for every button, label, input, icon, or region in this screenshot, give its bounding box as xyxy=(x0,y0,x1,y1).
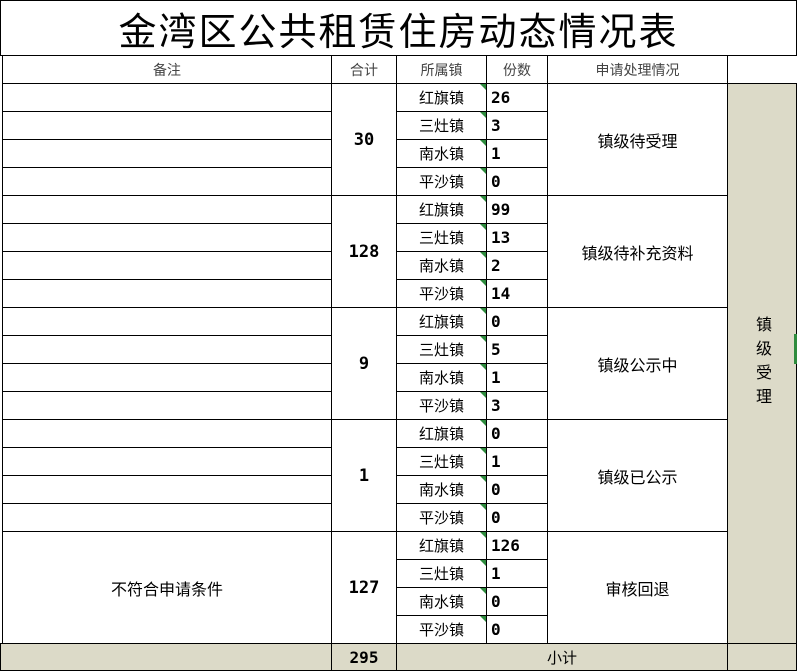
town-cell: 红旗镇 xyxy=(396,307,487,336)
footer-side-empty xyxy=(727,643,797,671)
town-cell: 三灶镇 xyxy=(396,111,487,140)
town-cell: 平沙镇 xyxy=(396,391,487,420)
header-status: 申请处理情况 xyxy=(547,55,728,84)
count-cell: 2 xyxy=(486,251,548,280)
group-total: 1 xyxy=(331,419,397,532)
group-remark-cell xyxy=(2,307,332,336)
count-cell: 0 xyxy=(486,587,548,616)
group-remark-cell xyxy=(2,475,332,504)
header-remarks: 备注 xyxy=(2,55,332,84)
section-label-text: 镇级受理 xyxy=(753,315,772,412)
count-cell: 5 xyxy=(486,335,548,364)
count-cell: 13 xyxy=(486,223,548,252)
group-remark-cell xyxy=(2,419,332,448)
count-cell: 1 xyxy=(486,559,548,588)
town-cell: 南水镇 xyxy=(396,139,487,168)
footer-total: 295 xyxy=(331,643,397,671)
table-title: 金湾区公共租赁住房动态情况表 xyxy=(0,0,797,56)
town-cell: 南水镇 xyxy=(396,587,487,616)
count-cell: 99 xyxy=(486,195,548,224)
group-remark-cell xyxy=(2,195,332,224)
count-cell: 14 xyxy=(486,279,548,308)
town-cell: 平沙镇 xyxy=(396,503,487,532)
town-cell: 平沙镇 xyxy=(396,279,487,308)
count-cell: 26 xyxy=(486,83,548,112)
count-cell: 0 xyxy=(486,167,548,196)
count-cell: 1 xyxy=(486,363,548,392)
group-status: 镇级公示中 xyxy=(547,307,728,420)
town-cell: 红旗镇 xyxy=(396,531,487,560)
footer-label: 小计 xyxy=(396,643,728,671)
group-total: 30 xyxy=(331,83,397,196)
count-cell: 0 xyxy=(486,615,548,644)
header-count: 份数 xyxy=(486,55,548,84)
group-total: 9 xyxy=(331,307,397,420)
count-cell: 3 xyxy=(486,111,548,140)
town-cell: 三灶镇 xyxy=(396,447,487,476)
town-cell: 平沙镇 xyxy=(396,615,487,644)
group-status: 审核回退 xyxy=(547,531,728,644)
group-remark-cell xyxy=(2,447,332,476)
mirrored-spreadsheet: 金湾区公共租赁住房动态情况表 备注 合计 所属镇 份数 申请处理情况 镇级受理 … xyxy=(0,0,797,671)
group-total: 128 xyxy=(331,195,397,308)
group-remark: 不符合申请条件 xyxy=(2,531,332,644)
group-total: 127 xyxy=(331,531,397,644)
count-cell: 1 xyxy=(486,447,548,476)
count-cell: 0 xyxy=(486,307,548,336)
count-cell: 0 xyxy=(486,503,548,532)
group-remark-cell xyxy=(2,139,332,168)
town-cell: 三灶镇 xyxy=(396,335,487,364)
group-remark-cell xyxy=(2,279,332,308)
town-cell: 红旗镇 xyxy=(396,195,487,224)
town-cell: 红旗镇 xyxy=(396,83,487,112)
town-cell: 南水镇 xyxy=(396,363,487,392)
group-remark-cell xyxy=(2,391,332,420)
group-remark-cell xyxy=(2,363,332,392)
town-cell: 平沙镇 xyxy=(396,167,487,196)
group-remark-cell xyxy=(2,503,332,532)
header-total: 合计 xyxy=(331,55,397,84)
group-remark-cell xyxy=(2,111,332,140)
town-cell: 南水镇 xyxy=(396,475,487,504)
section-label: 镇级受理 xyxy=(727,83,797,644)
group-remark-cell xyxy=(2,223,332,252)
town-cell: 红旗镇 xyxy=(396,419,487,448)
town-cell: 南水镇 xyxy=(396,251,487,280)
count-cell: 3 xyxy=(486,391,548,420)
town-cell: 三灶镇 xyxy=(396,559,487,588)
group-remark-cell xyxy=(2,167,332,196)
group-status: 镇级已公示 xyxy=(547,419,728,532)
footer-remarks-empty xyxy=(0,643,332,671)
group-remark-cell xyxy=(2,251,332,280)
group-remark-cell xyxy=(2,83,332,112)
group-remark-cell xyxy=(2,335,332,364)
header-town: 所属镇 xyxy=(396,55,487,84)
group-status: 镇级待受理 xyxy=(547,83,728,196)
count-cell: 0 xyxy=(486,475,548,504)
count-cell: 0 xyxy=(486,419,548,448)
count-cell: 126 xyxy=(486,531,548,560)
town-cell: 三灶镇 xyxy=(396,223,487,252)
count-cell: 1 xyxy=(486,139,548,168)
group-status: 镇级待补充资料 xyxy=(547,195,728,308)
